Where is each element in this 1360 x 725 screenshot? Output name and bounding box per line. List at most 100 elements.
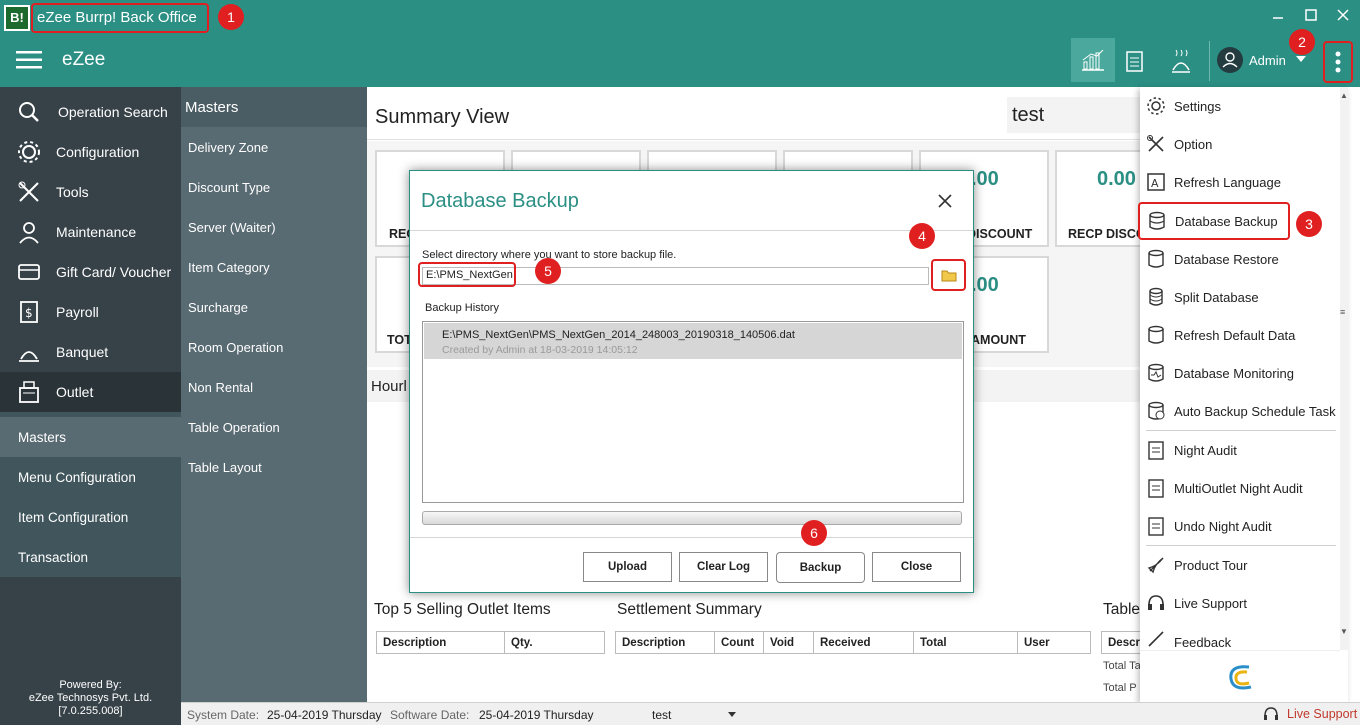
menu-item-split-database[interactable]: Split Database [1140,282,1340,312]
payroll-icon: $ [16,299,42,325]
dashboard-button[interactable] [1071,38,1115,82]
menu-item-multioutlet-night-audit[interactable]: MultiOutlet Night Audit [1140,473,1340,503]
master-item-discount-type[interactable]: Discount Type [188,180,270,195]
menu-item-refresh-default-data[interactable]: Refresh Default Data [1140,320,1340,350]
database-monitor-icon [1145,362,1167,384]
annotation-6: 6 [801,520,827,546]
menu-item-option[interactable]: Option [1140,129,1340,159]
masters-header: Masters [181,87,367,127]
sidebar-item-operation-search[interactable]: Operation Search [0,92,181,132]
title-divider [367,139,1147,140]
sidebar-item-banquet[interactable]: Banquet [0,332,181,372]
software-date: 25-04-2019 Thursday [479,708,594,722]
browse-folder-button[interactable] [931,259,966,291]
kitchen-icon [1172,49,1190,73]
headset-icon [1145,592,1167,614]
dialog-title: Database Backup [421,190,579,212]
table-summary-row: Total P [1103,682,1137,694]
menu-item-database-backup[interactable]: Database Backup [1138,202,1290,240]
sidebar-sub-transaction[interactable]: Transaction [0,537,181,577]
menu-item-live-support[interactable]: Live Support [1140,588,1340,618]
master-item-room-operation[interactable]: Room Operation [188,340,283,355]
master-item-surcharge[interactable]: Surcharge [188,300,248,315]
master-item-item-category[interactable]: Item Category [188,260,270,275]
hamburger-menu[interactable] [16,50,42,73]
maximize-button[interactable] [1301,8,1321,27]
menu-item-product-tour[interactable]: Product Tour [1140,550,1340,580]
reports-button[interactable] [1124,49,1146,76]
ezee-logo [1140,650,1340,702]
user-avatar-icon [1217,47,1243,73]
menu-item-night-audit[interactable]: Night Audit [1140,435,1340,465]
sidebar-item-tools[interactable]: Tools [0,172,181,212]
annotation-3: 3 [1296,211,1322,237]
menu-separator [1146,430,1336,431]
backup-history-list[interactable]: E:\PMS_NextGen\PMS_NextGen_2014_248003_2… [422,321,964,503]
window-title: eZee Burrp! Back Office [37,9,197,26]
gift-card-icon [16,259,42,285]
sidebar-item-gift-card[interactable]: Gift Card/ Voucher [0,252,181,292]
menu-item-feedback[interactable]: Feedback [1140,626,1340,650]
minimize-icon [1273,17,1283,19]
upload-button[interactable]: Upload [583,552,672,582]
table-summary-title: Table [1103,601,1141,618]
minimize-button[interactable] [1268,8,1288,27]
undo-audit-icon [1145,515,1167,537]
option-icon [1145,133,1167,155]
clear-log-button[interactable]: Clear Log [679,552,768,582]
menu-item-database-monitoring[interactable]: Database Monitoring [1140,358,1340,388]
sidebar-item-configuration[interactable]: Configuration [0,132,181,172]
database-restore-icon [1145,248,1167,270]
refresh-data-icon [1145,324,1167,346]
close-icon [1337,9,1349,21]
annotation-4: 4 [909,223,935,249]
summary-card-6: 0.00 RECP DISCO [1055,150,1147,247]
svg-text:A: A [1151,177,1159,190]
master-item-server[interactable]: Server (Waiter) [188,220,276,235]
menu-scrollbar[interactable]: ▲ ≡ ▼ [1340,87,1348,650]
sidebar-sub-menu-configuration[interactable]: Menu Configuration [0,457,181,497]
sidebar-item-payroll[interactable]: $ Payroll [0,292,181,332]
more-menu-button[interactable] [1323,41,1353,83]
sidebar-item-maintenance[interactable]: Maintenance [0,212,181,252]
kitchen-button[interactable] [1168,48,1194,77]
live-support-link[interactable]: Live Support [1263,705,1359,723]
close-window-button[interactable] [1333,8,1353,27]
banquet-icon [16,339,42,365]
outlet-selector[interactable]: test [646,705,736,723]
settings-icon [1145,95,1167,117]
sidebar-item-outlet[interactable]: Outlet [0,372,181,412]
menu-item-auto-backup[interactable]: Auto Backup Schedule Task [1140,396,1340,426]
appbar-divider [1209,41,1210,81]
rocket-icon [1145,554,1167,576]
sidebar-sub-masters[interactable]: Masters [0,417,181,457]
maximize-icon [1305,9,1317,21]
master-item-non-rental[interactable]: Non Rental [188,380,253,395]
outlet-filter[interactable]: test [1007,97,1147,133]
annotation-5: 5 [535,258,561,284]
annotation-1: 1 [218,4,244,30]
menu-item-database-restore[interactable]: Database Restore [1140,244,1340,274]
close-button[interactable]: Close [872,552,961,582]
master-item-delivery-zone[interactable]: Delivery Zone [188,140,268,155]
top5-table: Description Qty. [376,631,605,654]
folder-icon [941,270,956,281]
overflow-menu: Settings Option A Refresh Language Datab… [1138,87,1348,702]
menu-item-undo-night-audit[interactable]: Undo Night Audit [1140,511,1340,541]
master-item-table-operation[interactable]: Table Operation [188,420,280,435]
page-title: Summary View [375,106,510,128]
dialog-close-button[interactable] [937,193,955,211]
status-bar: System Date: 25-04-2019 Thursday Softwar… [181,702,1360,725]
outlet-icon [16,379,42,405]
system-date: 25-04-2019 Thursday [267,708,382,722]
backup-button[interactable]: Backup [776,552,865,583]
title-bar: B! eZee Burrp! Back Office 1 [0,0,1360,35]
master-item-table-layout[interactable]: Table Layout [188,460,262,475]
menu-item-settings[interactable]: Settings [1140,91,1340,121]
history-item[interactable]: E:\PMS_NextGen\PMS_NextGen_2014_248003_2… [424,323,962,359]
sidebar-sub-item-configuration[interactable]: Item Configuration [0,497,181,537]
menu-item-refresh-language[interactable]: A Refresh Language [1140,167,1340,197]
multioutlet-audit-icon [1145,477,1167,499]
masters-panel: Masters Delivery Zone Discount Type Serv… [181,87,367,702]
scroll-thumb-icon: ≡ [1340,307,1346,317]
